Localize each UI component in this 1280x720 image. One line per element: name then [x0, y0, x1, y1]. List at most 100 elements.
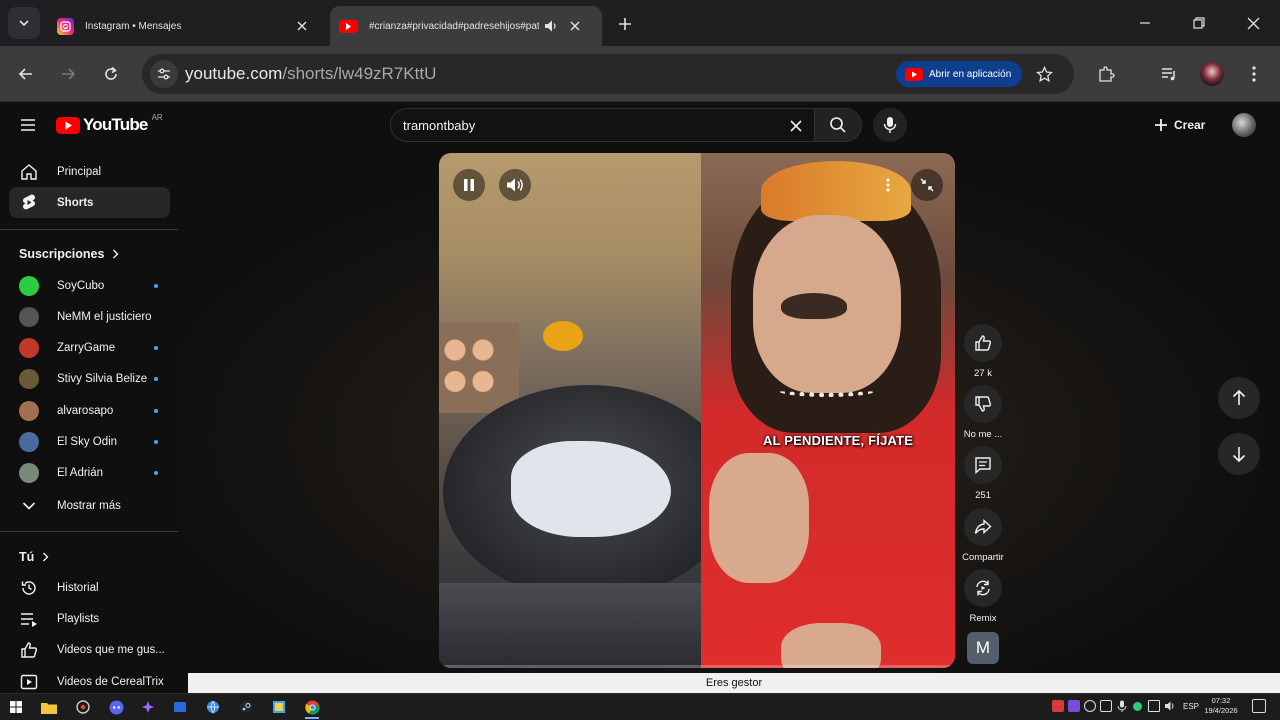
dislike-button[interactable] — [964, 385, 1002, 423]
collapse-icon — [920, 178, 934, 192]
tray-app-icon[interactable] — [1100, 700, 1112, 712]
voice-search-button[interactable] — [873, 108, 907, 142]
clear-search-button[interactable] — [784, 114, 808, 138]
show-more-button[interactable]: Mostrar más — [9, 490, 170, 521]
sidebar-item-subscription[interactable]: SoyCubo — [9, 270, 170, 301]
avatar — [19, 338, 39, 359]
you-heading[interactable]: Tú — [19, 550, 49, 564]
sidebar-item-your-videos[interactable]: Videos de CerealTrix — [9, 666, 170, 693]
stove — [439, 583, 701, 668]
short-video-player[interactable]: AL PENDIENTE, FÍJATE — [439, 153, 955, 668]
extensions-button[interactable] — [1092, 60, 1120, 88]
like-button[interactable] — [964, 324, 1002, 362]
taskbar-steam[interactable] — [235, 697, 257, 717]
sidebar-item-playlists[interactable]: Playlists — [9, 603, 170, 634]
profile-button[interactable] — [1198, 60, 1226, 88]
language-indicator[interactable]: ESP — [1183, 702, 1199, 711]
comments-button[interactable] — [964, 446, 1002, 484]
network-icon[interactable] — [1148, 700, 1160, 712]
restore-button[interactable] — [1172, 0, 1226, 46]
taskbar-clock[interactable]: 07:32 19/4/2026 — [1200, 696, 1242, 716]
dislike-action[interactable]: No me ... — [958, 385, 1008, 440]
tray-app-icon[interactable] — [1052, 700, 1064, 712]
sidebar-item-liked-videos[interactable]: Videos que me gus... — [9, 634, 170, 665]
window-close-button[interactable] — [1226, 0, 1280, 46]
taskbar-app[interactable] — [72, 697, 94, 717]
star-icon — [1035, 65, 1053, 82]
sidebar-item-label: Shorts — [57, 196, 94, 209]
taskbar-app[interactable] — [137, 697, 159, 717]
sidebar-item-subscription[interactable]: alvarosapo — [9, 395, 170, 426]
site-info-button[interactable] — [150, 60, 178, 88]
sidebar-item-subscription[interactable]: Stivy Silvia Belize — [9, 364, 170, 395]
reload-button[interactable] — [97, 60, 125, 88]
like-action[interactable]: 27 k — [958, 324, 1008, 379]
sidebar-item-label: Videos de CerealTrix — [57, 675, 164, 688]
chrome-menu-button[interactable] — [1240, 60, 1268, 88]
minimize-button[interactable] — [1118, 0, 1172, 46]
guide-menu-button[interactable] — [16, 113, 40, 137]
tab-youtube-short[interactable]: #crianza#privacidad#padresehijos#paterni… — [330, 6, 602, 46]
start-button[interactable] — [5, 697, 27, 717]
tray-app-icon[interactable] — [1084, 700, 1096, 712]
open-in-app-button[interactable]: Abrir en aplicación — [896, 61, 1022, 87]
subscriptions-heading-label: Suscripciones — [19, 247, 105, 261]
pause-button[interactable] — [453, 169, 485, 201]
forward-button[interactable] — [54, 60, 82, 88]
fullscreen-button[interactable] — [911, 169, 943, 201]
volume-icon[interactable] — [1164, 700, 1176, 712]
video-progress-bar[interactable] — [439, 665, 955, 668]
globe-icon — [207, 700, 219, 714]
search-button[interactable] — [814, 108, 862, 142]
taskbar-app[interactable] — [268, 697, 290, 717]
remix-action[interactable]: Remix — [958, 569, 1008, 624]
tab-search-button[interactable] — [8, 7, 40, 39]
taskbar-file-explorer[interactable] — [38, 697, 60, 717]
more-options-button[interactable] — [872, 169, 904, 201]
share-action[interactable]: Compartir — [958, 508, 1008, 563]
tray-app-icon[interactable] — [1068, 700, 1080, 712]
new-content-dot — [154, 283, 158, 288]
notifications-icon[interactable] — [1252, 699, 1266, 713]
tab-instagram[interactable]: Instagram • Mensajes — [48, 6, 320, 46]
country-code: AR — [151, 112, 163, 122]
thumbs-up-icon — [975, 335, 992, 351]
status-dot-icon[interactable] — [1133, 702, 1142, 711]
sidebar-item-historial[interactable]: Historial — [9, 572, 170, 603]
hand — [709, 453, 809, 583]
youtube-logo[interactable]: YouTube AR — [56, 112, 163, 135]
sidebar-item-subscription[interactable]: El Sky Odin — [9, 427, 170, 458]
media-controls-button[interactable] — [1155, 60, 1183, 88]
new-tab-button[interactable] — [612, 11, 638, 37]
address-bar[interactable]: youtube.com/shorts/lw49zR7KttU Abrir en … — [142, 54, 1074, 94]
sidebar-item-shorts[interactable]: Shorts — [9, 187, 170, 218]
volume-button[interactable] — [499, 169, 531, 201]
microphone-icon[interactable] — [1116, 700, 1128, 712]
taskbar-app[interactable] — [202, 697, 224, 717]
bookmark-button[interactable] — [1032, 62, 1056, 86]
tab-audio-button[interactable] — [539, 14, 563, 38]
account-avatar[interactable] — [1232, 113, 1256, 137]
new-content-dot — [154, 408, 158, 413]
search-input[interactable]: tramontbaby — [390, 108, 814, 142]
sound-source-button[interactable]: M — [967, 632, 999, 664]
taskbar-chrome[interactable] — [301, 697, 323, 719]
next-short-button[interactable] — [1218, 433, 1260, 475]
taskbar-discord[interactable] — [105, 697, 127, 717]
sidebar-item-principal[interactable]: Principal — [9, 156, 170, 187]
taskbar-app[interactable] — [169, 697, 191, 717]
previous-short-button[interactable] — [1218, 377, 1260, 419]
channel-avatar — [19, 306, 39, 327]
share-button[interactable] — [964, 508, 1002, 546]
tooltip-text: Eres gestor — [705, 677, 763, 689]
create-button[interactable]: Crear — [1146, 109, 1216, 141]
sidebar-item-subscription[interactable]: El Adrián — [9, 458, 170, 489]
subscriptions-heading[interactable]: Suscripciones — [19, 247, 119, 261]
sidebar-item-subscription[interactable]: ZarryGame — [9, 333, 170, 364]
tab-close-button[interactable] — [563, 14, 587, 38]
tab-close-button[interactable] — [290, 14, 314, 38]
sidebar-item-subscription[interactable]: NeMM el justiciero — [9, 301, 170, 332]
back-button[interactable] — [12, 60, 40, 88]
remix-button[interactable] — [964, 569, 1002, 607]
comments-action[interactable]: 251 — [958, 446, 1008, 501]
